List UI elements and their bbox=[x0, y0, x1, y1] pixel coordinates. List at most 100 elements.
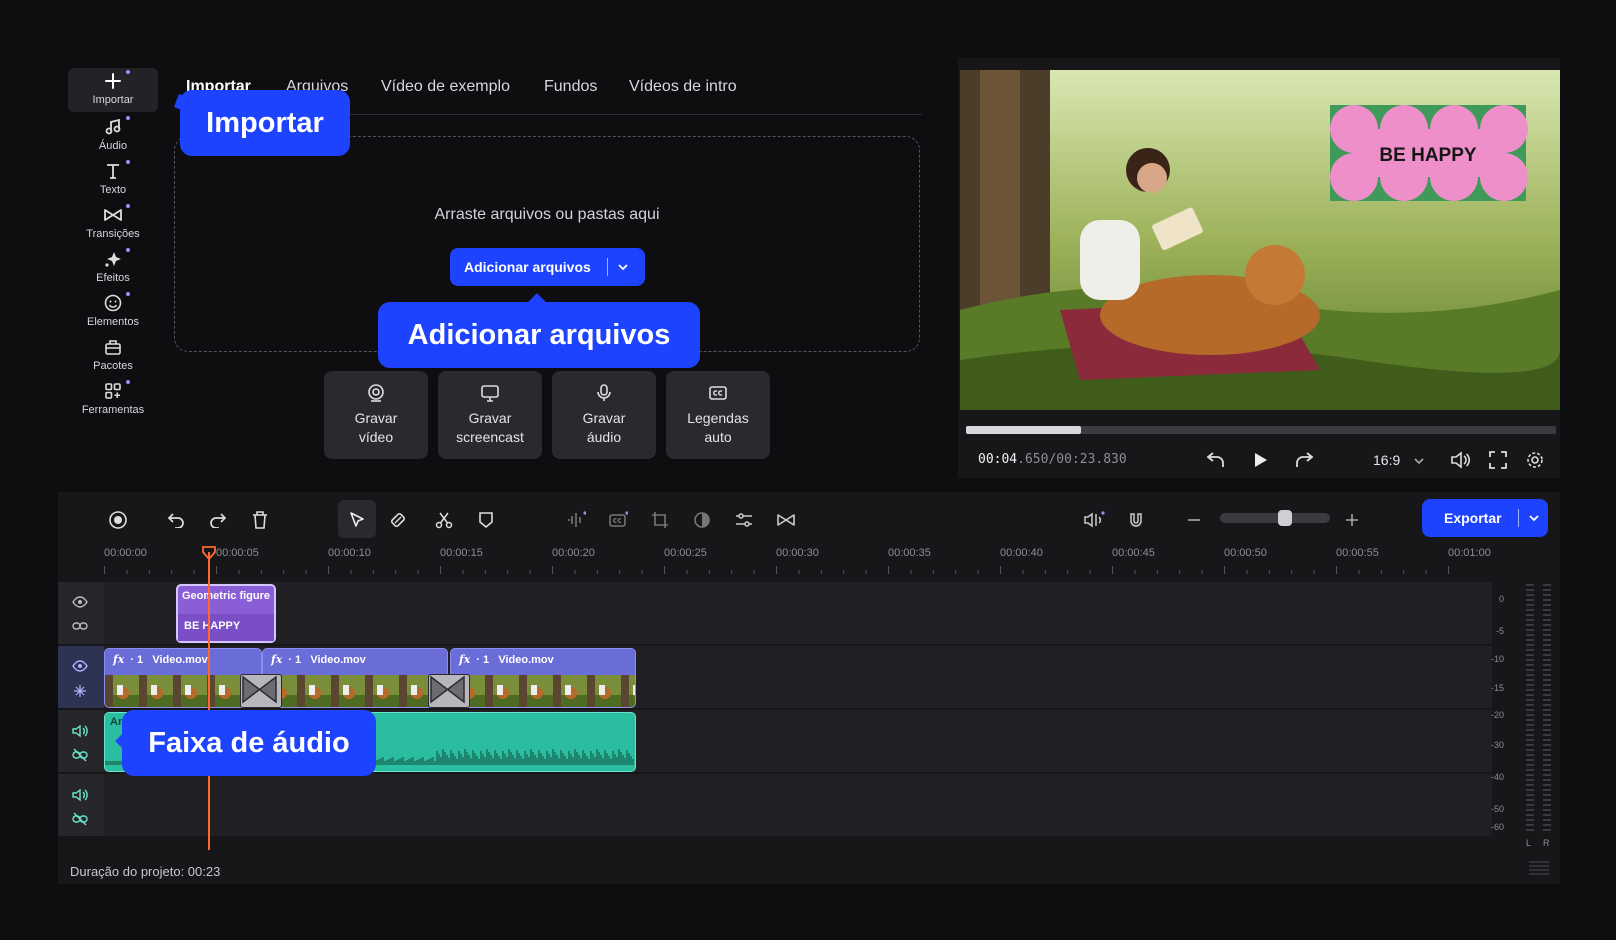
zoom-out-icon[interactable] bbox=[1180, 506, 1208, 534]
meter-menu-icon[interactable] bbox=[1528, 860, 1550, 876]
meter-scale-label: -20 bbox=[1490, 710, 1504, 720]
eye-icon[interactable] bbox=[72, 596, 88, 608]
video-thumbnail-strip bbox=[105, 675, 261, 707]
meter-scale-label: -60 bbox=[1490, 822, 1504, 832]
playhead[interactable] bbox=[208, 552, 210, 850]
audio-wave-icon[interactable] bbox=[562, 506, 590, 534]
video-clip[interactable]: fx · 1 Video.mov bbox=[450, 648, 636, 708]
transition-marker[interactable] bbox=[428, 674, 470, 708]
video-preview-frame[interactable]: BE HAPPY bbox=[960, 70, 1560, 410]
cursor-select-icon[interactable] bbox=[343, 506, 371, 534]
scissors-icon[interactable] bbox=[430, 506, 458, 534]
add-files-button[interactable]: Adicionar arquivos bbox=[450, 248, 645, 286]
link-icon[interactable] bbox=[72, 620, 88, 632]
export-button[interactable]: Exportar bbox=[1422, 499, 1548, 537]
volume-icon[interactable] bbox=[1450, 451, 1470, 469]
fx-count: · 1 bbox=[130, 654, 144, 666]
ruler-tick-label: 00:01:00 bbox=[1448, 547, 1491, 559]
sidebar-item-elements[interactable]: Elementos bbox=[68, 290, 158, 334]
smiley-icon bbox=[102, 292, 130, 314]
captions-icon bbox=[708, 383, 728, 403]
tab-intro-videos[interactable]: Vídeos de intro bbox=[629, 78, 737, 96]
magnet-snap-icon[interactable] bbox=[1122, 506, 1150, 534]
ruler-tick-label: 00:00:50 bbox=[1224, 547, 1267, 559]
auto-captions-button[interactable]: Legendas auto bbox=[666, 371, 770, 459]
aspect-ratio-select[interactable]: 16:9 bbox=[1373, 452, 1424, 468]
sidebar-item-transitions[interactable]: Transições bbox=[68, 202, 158, 246]
fx-badge: fx bbox=[271, 653, 283, 666]
timeline-ruler[interactable] bbox=[104, 564, 1492, 576]
chevron-down-icon[interactable] bbox=[618, 263, 628, 271]
crop-icon[interactable] bbox=[646, 506, 674, 534]
fullscreen-icon[interactable] bbox=[1489, 451, 1507, 469]
sidebar-item-text[interactable]: Texto bbox=[68, 158, 158, 202]
record-icon[interactable] bbox=[104, 506, 132, 534]
trash-icon[interactable] bbox=[246, 506, 274, 534]
meter-channel-label: L bbox=[1526, 838, 1532, 848]
text-clip-text: BE HAPPY bbox=[178, 614, 274, 641]
chevron-down-icon bbox=[1414, 457, 1424, 465]
ruler-tick-label: 00:00:55 bbox=[1336, 547, 1379, 559]
marker-shield-icon[interactable] bbox=[472, 506, 500, 534]
speaker-icon[interactable] bbox=[72, 724, 88, 738]
cc-icon[interactable] bbox=[604, 506, 632, 534]
unlink-icon[interactable] bbox=[72, 812, 88, 826]
transition-marker[interactable] bbox=[240, 674, 282, 708]
meter-scale-label: -15 bbox=[1490, 683, 1504, 693]
ruler-tick-label: 00:00:10 bbox=[328, 547, 371, 559]
transition-icon[interactable] bbox=[772, 506, 800, 534]
forward-icon[interactable] bbox=[1294, 451, 1314, 469]
color-adjust-icon[interactable] bbox=[688, 506, 716, 534]
record-button-label: Gravar bbox=[354, 410, 398, 426]
redo-icon[interactable] bbox=[204, 506, 232, 534]
zoom-slider-thumb[interactable] bbox=[1277, 510, 1292, 526]
zoom-slider[interactable] bbox=[1220, 513, 1330, 523]
audio-clip-name: Ar bbox=[110, 716, 123, 728]
meter-scale-label: -50 bbox=[1490, 804, 1504, 814]
sparkle-icon[interactable] bbox=[72, 684, 88, 698]
callout-audio-track: Faixa de áudio bbox=[115, 710, 376, 776]
tab-backgrounds[interactable]: Fundos bbox=[544, 78, 597, 96]
chevron-down-icon[interactable] bbox=[1528, 514, 1539, 522]
play-icon[interactable] bbox=[1252, 452, 1268, 468]
detach-audio-icon[interactable] bbox=[1080, 506, 1108, 534]
ruler-tick-label: 00:00:25 bbox=[664, 547, 707, 559]
project-duration: Duração do projeto: 00:23 bbox=[70, 864, 221, 879]
eraser-tag-icon[interactable] bbox=[384, 506, 412, 534]
eye-icon[interactable] bbox=[72, 660, 88, 672]
sidebar-item-label: Texto bbox=[99, 184, 127, 196]
preview-seek-progress bbox=[966, 426, 1082, 434]
meter-channel-left bbox=[1526, 584, 1534, 832]
sidebar-item-packages[interactable]: Pacotes bbox=[68, 334, 158, 378]
record-button-label: Gravar bbox=[582, 410, 626, 426]
video-clip[interactable]: fx · 1 Video.mov bbox=[262, 648, 448, 708]
tab-sample-video[interactable]: Vídeo de exemplo bbox=[381, 78, 510, 96]
clip-name: Video.mov bbox=[152, 654, 208, 666]
undo-icon[interactable] bbox=[162, 506, 190, 534]
record-button-label: áudio bbox=[586, 429, 622, 445]
sliders-icon[interactable] bbox=[730, 506, 758, 534]
zoom-in-icon[interactable] bbox=[1338, 506, 1366, 534]
track-header-text bbox=[58, 582, 104, 644]
timecode-rest: .650/00:23.830 bbox=[1017, 452, 1127, 467]
rewind-icon[interactable] bbox=[1206, 451, 1226, 469]
speaker-icon[interactable] bbox=[72, 788, 88, 802]
text-clip[interactable]: Geometric figure BE HAPPY bbox=[176, 584, 276, 643]
video-clip[interactable]: fx · 1 Video.mov bbox=[104, 648, 262, 708]
ruler-tick-label: 00:00:00 bbox=[104, 547, 147, 559]
unlink-icon[interactable] bbox=[72, 748, 88, 762]
meter-scale-label: -30 bbox=[1490, 740, 1504, 750]
ruler-tick-label: 00:00:20 bbox=[552, 547, 595, 559]
record-audio-button[interactable]: Gravar áudio bbox=[552, 371, 656, 459]
gear-icon[interactable] bbox=[1526, 451, 1544, 469]
clip-name: Video.mov bbox=[310, 654, 366, 666]
sidebar-item-import[interactable]: Importar bbox=[68, 68, 158, 112]
sidebar-item-effects[interactable]: Efeitos bbox=[68, 246, 158, 290]
music-note-icon bbox=[102, 116, 130, 138]
record-screencast-button[interactable]: Gravar screencast bbox=[438, 371, 542, 459]
record-button-label: auto bbox=[704, 429, 732, 445]
sidebar-item-tools[interactable]: Ferramentas bbox=[68, 378, 158, 422]
meter-channel-right bbox=[1543, 584, 1551, 832]
sidebar-item-audio[interactable]: Áudio bbox=[68, 114, 158, 158]
record-video-button[interactable]: Gravar vídeo bbox=[324, 371, 428, 459]
